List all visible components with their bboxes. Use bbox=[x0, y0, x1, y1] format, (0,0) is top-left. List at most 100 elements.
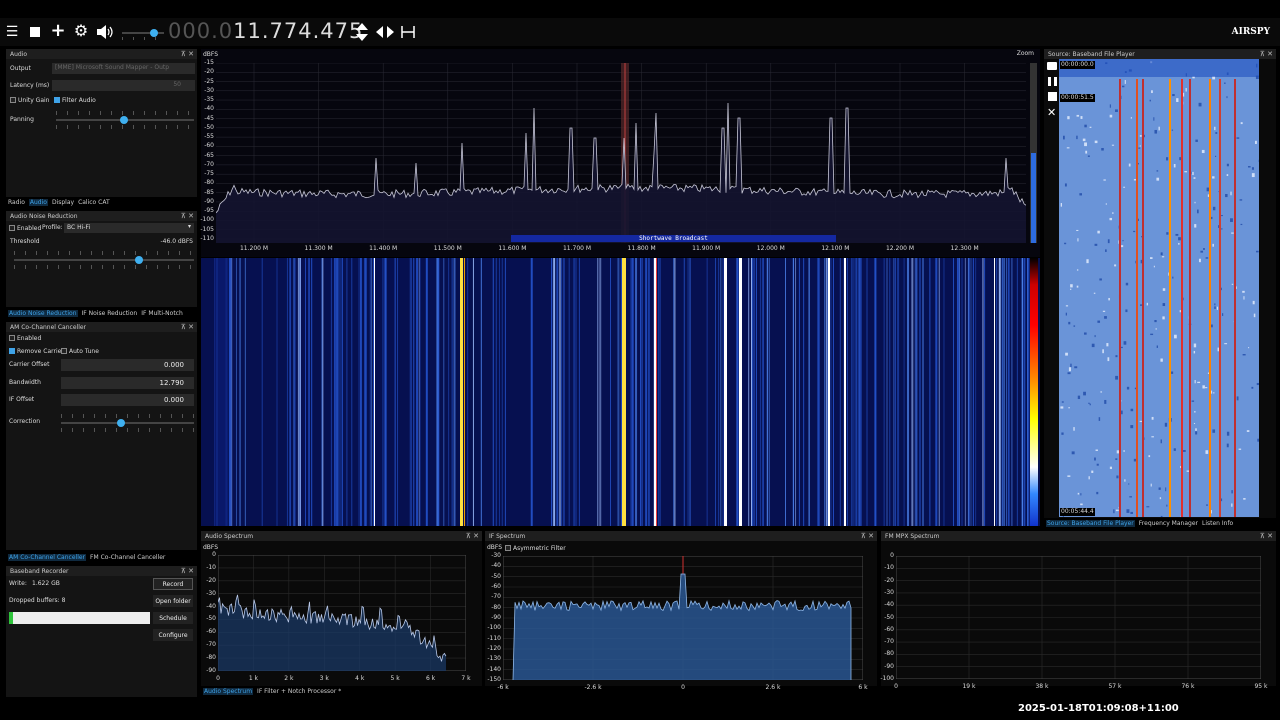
tab-frequency-manager[interactable]: Frequency Manager bbox=[1139, 520, 1198, 527]
carrier-offset-input[interactable]: 0.000 bbox=[61, 359, 194, 371]
audio-panel: Audio ⊼ ✕ Output [MME] Microsoft Sound Ma… bbox=[6, 49, 197, 197]
spectrum-ytick: -100 bbox=[200, 216, 214, 224]
panel-controls-icon[interactable]: ⊼ ✕ bbox=[181, 212, 194, 220]
audio-spectrum-ytick: -60 bbox=[206, 628, 216, 636]
spectrum-ytick: -70 bbox=[204, 160, 214, 168]
tab-audio-spectrum[interactable]: Audio Spectrum bbox=[203, 688, 254, 695]
stop-icon[interactable] bbox=[30, 27, 40, 37]
latency-input[interactable]: 50 bbox=[52, 80, 195, 91]
if-spectrum-plot[interactable] bbox=[503, 556, 863, 680]
frequency-display[interactable]: 000.011.774.475 bbox=[168, 19, 363, 43]
plus-icon[interactable]: + bbox=[50, 22, 66, 40]
file-waterfall[interactable] bbox=[1059, 59, 1259, 517]
schedule-button[interactable]: Schedule bbox=[153, 612, 193, 624]
auto-tune-checkbox[interactable]: Auto Tune bbox=[61, 348, 99, 355]
panning-slider[interactable] bbox=[56, 116, 194, 124]
nr-tabs: Audio Noise Reduction IF Noise Reduction I… bbox=[8, 310, 187, 317]
if-offset-input[interactable]: 0.000 bbox=[61, 394, 194, 406]
volume-slider[interactable] bbox=[122, 29, 164, 37]
spectrum-plot[interactable] bbox=[216, 63, 1026, 243]
panel-controls-icon[interactable]: ⊼ ✕ bbox=[466, 532, 479, 540]
tab-radio[interactable]: Radio bbox=[8, 199, 25, 206]
asymmetric-filter-checkbox[interactable]: Asymmetric Filter bbox=[505, 545, 566, 552]
waterfall[interactable] bbox=[201, 258, 1040, 526]
audio-spectrum-xtick: 6 k bbox=[425, 675, 436, 682]
unity-gain-label: Unity Gain bbox=[18, 97, 50, 104]
if-spectrum-ytick: -100 bbox=[487, 624, 501, 632]
leftright-arrows-icon[interactable] bbox=[376, 25, 394, 39]
zoom-label[interactable]: Zoom bbox=[1017, 51, 1034, 57]
bandwidth-input[interactable]: 12.790 bbox=[61, 377, 194, 389]
tab-source[interactable]: Source: Baseband File Player bbox=[1046, 520, 1135, 527]
speaker-icon[interactable] bbox=[96, 25, 114, 39]
spectrum-panel[interactable]: dBFS Zoom Shortwave Broadcast -15 -20 -25-… bbox=[200, 49, 1040, 257]
band-plan-bar: Shortwave Broadcast bbox=[511, 235, 836, 242]
tab-listen-info[interactable]: Listen Info bbox=[1202, 520, 1233, 527]
zoom-slider[interactable] bbox=[1030, 63, 1037, 243]
record-progress bbox=[9, 612, 150, 624]
fm-mpx-ytick: -60 bbox=[884, 625, 894, 633]
if-spectrum-xtick: -6 k bbox=[497, 684, 509, 691]
spectrum-ytick: -50 bbox=[204, 123, 214, 131]
audio-spectrum-xtick: 3 k bbox=[319, 675, 329, 682]
toolbar: ☰ + ⚙ 000.011.774.475 AIRSPY bbox=[0, 18, 1280, 46]
remove-carrier-checkbox[interactable]: Remove Carrier bbox=[9, 348, 64, 355]
tab-audio[interactable]: Audio bbox=[28, 199, 48, 206]
filter-audio-checkbox[interactable]: Filter Audio bbox=[54, 97, 96, 104]
panel-controls-icon[interactable]: ⊼ ✕ bbox=[181, 323, 194, 331]
if-spectrum-ytick: -130 bbox=[487, 655, 501, 663]
repeat-icon[interactable]: ✕ bbox=[1047, 106, 1056, 119]
pause-icon[interactable] bbox=[1048, 77, 1057, 86]
spectrum-ytick: -15 bbox=[204, 59, 214, 66]
tab-display[interactable]: Display bbox=[52, 199, 74, 206]
frequency-leading: 000.0 bbox=[168, 19, 234, 43]
fm-mpx-title: FM MPX Spectrum bbox=[885, 533, 940, 540]
spectrum-ytick: -40 bbox=[204, 105, 214, 113]
spectrum-xtick: 12.300 M bbox=[950, 245, 979, 252]
panel-controls-icon[interactable]: ⊼ ✕ bbox=[861, 532, 874, 540]
audio-spectrum-plot[interactable] bbox=[218, 555, 466, 671]
unity-gain-checkbox[interactable]: Unity Gain bbox=[10, 97, 49, 104]
tab-am-cc[interactable]: AM Co-Channel Canceller bbox=[8, 554, 87, 561]
asymmetric-filter-label: Asymmetric Filter bbox=[513, 545, 566, 552]
spectrum-xtick: 12.000 M bbox=[756, 245, 785, 252]
panel-controls-icon[interactable]: ⊼ ✕ bbox=[1260, 50, 1273, 58]
profile-select[interactable]: BC Hi-Fi ▾ bbox=[64, 223, 194, 233]
tab-anr[interactable]: Audio Noise Reduction bbox=[8, 310, 78, 317]
span-icon[interactable] bbox=[401, 26, 415, 38]
configure-button[interactable]: Configure bbox=[153, 629, 193, 641]
amcc-enabled-checkbox[interactable]: Enabled bbox=[9, 335, 41, 342]
remove-carrier-label: Remove Carrier bbox=[17, 348, 64, 355]
spectrum-xtick: 11.700 M bbox=[562, 245, 592, 252]
panel-controls-icon[interactable]: ⊼ ✕ bbox=[1260, 532, 1273, 540]
if-spectrum-ytick: -50 bbox=[491, 572, 501, 580]
output-select[interactable]: [MME] Microsoft Sound Mapper - Outp bbox=[52, 63, 195, 74]
anr-enabled-checkbox[interactable]: Enabled bbox=[9, 225, 41, 232]
fm-mpx-ytick: -90 bbox=[884, 662, 894, 670]
if-spectrum-ytick: -70 bbox=[491, 593, 501, 601]
menu-icon[interactable]: ☰ bbox=[5, 25, 19, 39]
threshold-slider[interactable] bbox=[14, 256, 194, 264]
if-spectrum-ytick: -150 bbox=[487, 676, 501, 683]
open-folder-button[interactable]: Open folder bbox=[153, 595, 193, 607]
fm-mpx-plot[interactable] bbox=[896, 556, 1261, 679]
spectrum-ytick: -105 bbox=[200, 225, 214, 233]
fm-mpx-xtick: 0 bbox=[894, 683, 898, 690]
spectrum-xtick: 11.300 M bbox=[304, 245, 333, 252]
stop-icon[interactable] bbox=[1048, 92, 1057, 101]
time-position: 00:00:51.5 bbox=[1060, 94, 1095, 102]
record-button[interactable]: Record bbox=[153, 578, 193, 590]
folder-icon[interactable] bbox=[1047, 62, 1057, 70]
gear-icon[interactable]: ⚙ bbox=[73, 23, 89, 39]
tab-if-nr[interactable]: IF Noise Reduction bbox=[82, 310, 138, 317]
tab-if-multinotch[interactable]: IF Multi-Notch bbox=[141, 310, 183, 317]
panel-controls-icon[interactable]: ⊼ ✕ bbox=[181, 50, 194, 58]
waterfall-colorbar[interactable] bbox=[1030, 258, 1038, 526]
updown-arrows-icon[interactable] bbox=[355, 23, 369, 41]
fm-mpx-ytick: -10 bbox=[884, 564, 894, 572]
panel-controls-icon[interactable]: ⊼ ✕ bbox=[181, 567, 194, 575]
tab-calico-cat[interactable]: Calico CAT bbox=[78, 199, 110, 206]
correction-slider[interactable] bbox=[61, 419, 194, 427]
tab-fm-cc[interactable]: FM Co-Channel Canceller bbox=[90, 554, 165, 561]
tab-if-filter[interactable]: IF Filter + Notch Processor * bbox=[257, 688, 341, 695]
